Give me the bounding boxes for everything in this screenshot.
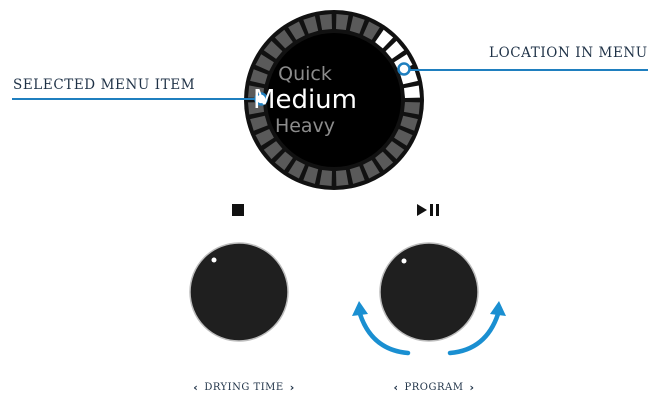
chevron-left-icon[interactable]: ‹: [393, 381, 398, 394]
chevron-right-icon[interactable]: ›: [469, 381, 474, 394]
knob-indicator-dot: [211, 257, 217, 263]
drying-time-selector[interactable]: ‹ DRYING TIME ›: [193, 381, 294, 394]
knob-indicator-dot: [401, 258, 407, 264]
menu-item-next: Heavy: [274, 115, 336, 137]
program-label: PROGRAM: [404, 382, 464, 393]
play-pause-icon[interactable]: [417, 204, 439, 216]
program-selector[interactable]: ‹ PROGRAM ›: [393, 381, 474, 394]
chevron-right-icon[interactable]: ›: [290, 381, 295, 394]
drying-time-knob[interactable]: [189, 242, 289, 342]
chevron-left-icon[interactable]: ‹: [193, 381, 198, 394]
program-knob[interactable]: [379, 242, 479, 342]
location-in-menu-label: LOCATION IN MENU: [489, 45, 648, 61]
menu-item-previous: Quick: [278, 63, 332, 85]
drying-time-label: DRYING TIME: [204, 382, 284, 393]
menu-item-selected: Medium: [253, 85, 357, 115]
stop-icon[interactable]: [232, 204, 244, 216]
